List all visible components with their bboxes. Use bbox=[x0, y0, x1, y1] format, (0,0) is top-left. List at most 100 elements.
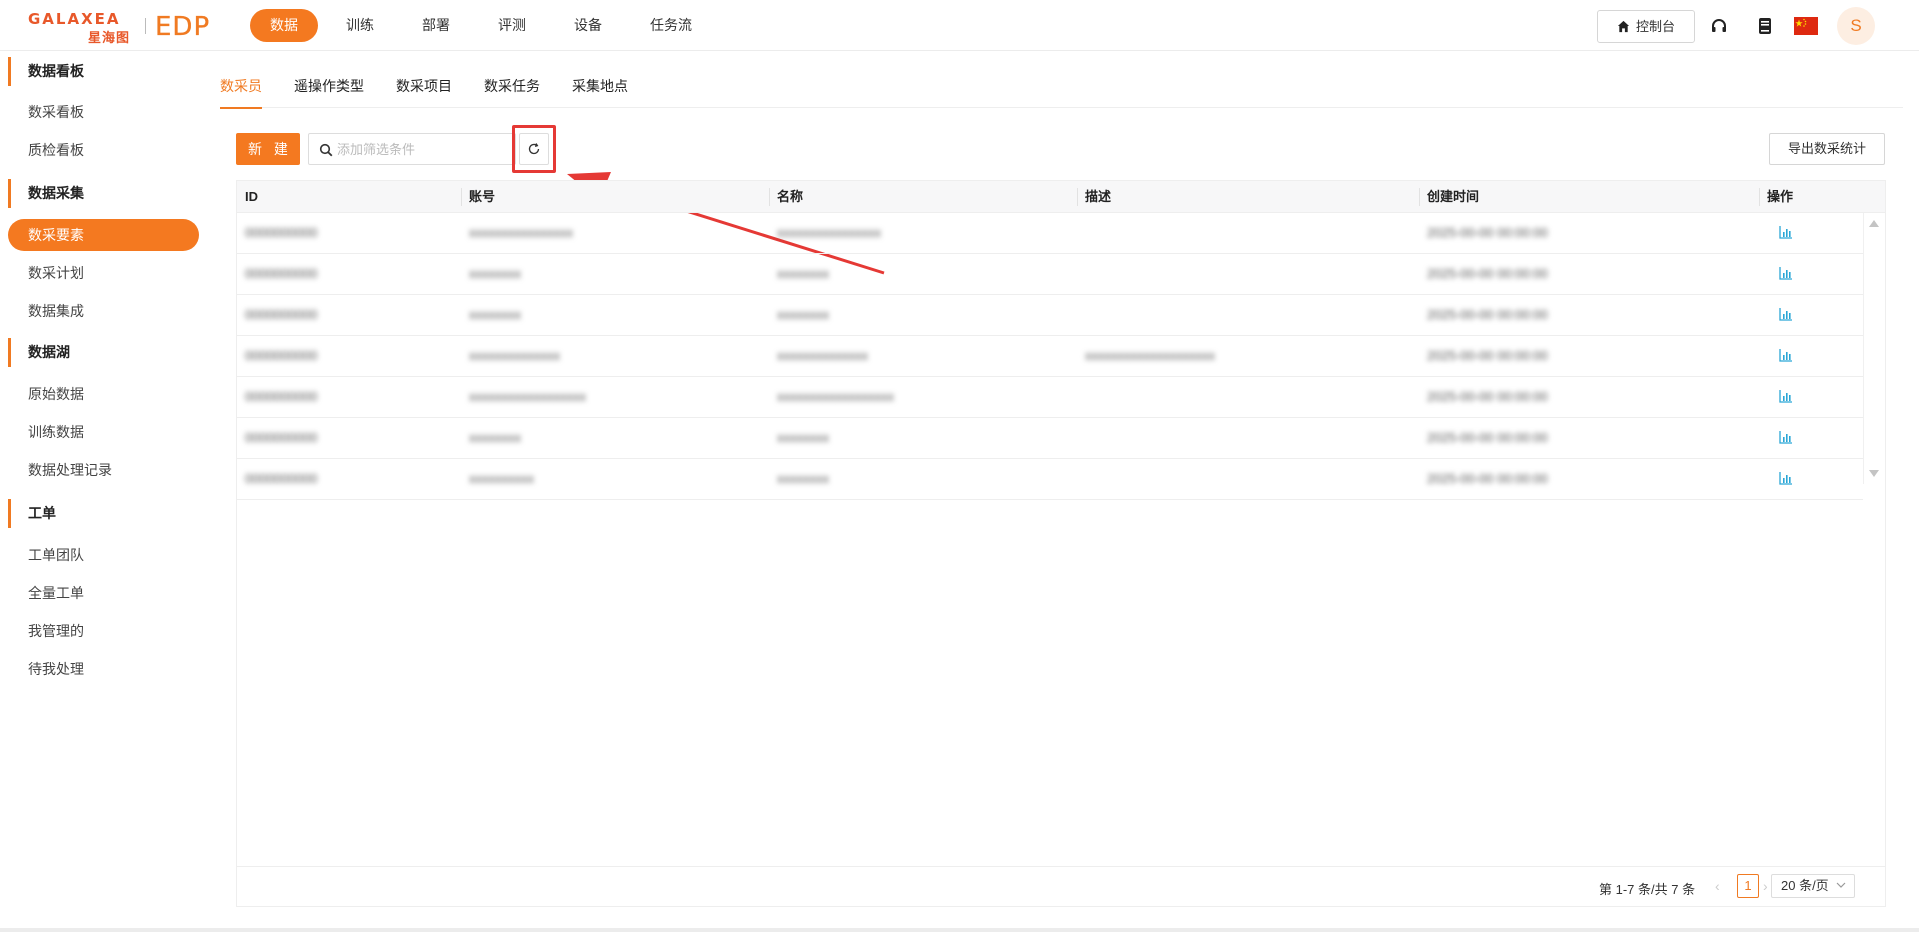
bar-chart-icon[interactable] bbox=[1779, 348, 1793, 362]
sidebar-item-collection-board[interactable]: 数采看板 bbox=[28, 101, 84, 123]
sub-tabs: 数采员 遥操作类型 数采项目 数采任务 采集地点 bbox=[220, 74, 1903, 109]
table-pagination: 第 1-7 条/共 7 条 ‹ 1 › 20 条/页 bbox=[237, 866, 1885, 906]
cell-name: xxxxxxxxxxxxxxxxxx bbox=[777, 389, 894, 404]
cell-account: xxxxxxxxxxxxxxxxxx bbox=[469, 389, 586, 404]
table-row[interactable]: 0000000000 xxxxxxxx xxxxxxxx 2025-00-00 … bbox=[237, 254, 1863, 295]
nav-item-devices[interactable]: 设备 bbox=[554, 9, 622, 42]
china-flag-icon[interactable] bbox=[1794, 17, 1818, 35]
cell-created-time: 2025-00-00 00:00:00 bbox=[1427, 471, 1548, 486]
sidebar-group-data-board: 数据看板 bbox=[8, 57, 204, 86]
logo-brand-text: GALAXEA bbox=[28, 10, 121, 28]
nav-item-deploy[interactable]: 部署 bbox=[402, 9, 470, 42]
cell-created-time: 2025-00-00 00:00:00 bbox=[1427, 225, 1548, 240]
column-divider bbox=[1419, 188, 1420, 206]
user-avatar[interactable]: S bbox=[1837, 7, 1875, 45]
cell-id: 0000000000 bbox=[245, 348, 318, 363]
table-header: ID 账号 名称 描述 创建时间 操作 bbox=[237, 181, 1885, 213]
cell-account: xxxxxxxxxx bbox=[469, 471, 534, 486]
sidebar-group-data-collection: 数据采集 bbox=[8, 179, 204, 208]
column-header-account[interactable]: 账号 bbox=[469, 181, 495, 213]
page-size-value: 20 条/页 bbox=[1781, 878, 1829, 893]
sidebar-item-processing-records[interactable]: 数据处理记录 bbox=[28, 459, 112, 481]
top-bar: GALAXEA 星海图 EDP 数据 训练 部署 评测 设备 任务流 控制台 S bbox=[0, 0, 1919, 51]
filter-input[interactable] bbox=[337, 135, 512, 163]
refresh-button[interactable] bbox=[519, 133, 549, 165]
nav-item-data[interactable]: 数据 bbox=[250, 9, 318, 42]
search-icon bbox=[319, 143, 333, 157]
logo-product: EDP bbox=[155, 12, 211, 42]
new-button[interactable]: 新 建 bbox=[236, 133, 300, 165]
sidebar-group-data-lake: 数据湖 bbox=[8, 338, 204, 367]
cell-name: xxxxxxxx bbox=[777, 471, 829, 486]
bar-chart-icon[interactable] bbox=[1779, 225, 1793, 239]
tab-collection-tasks[interactable]: 数采任务 bbox=[484, 74, 540, 108]
tab-collectors[interactable]: 数采员 bbox=[220, 74, 262, 109]
scroll-up-arrow-icon[interactable] bbox=[1869, 220, 1879, 227]
sidebar-item-collection-plan[interactable]: 数采计划 bbox=[28, 262, 84, 284]
main-content: 数采员 遥操作类型 数采项目 数采任务 采集地点 新 建 导出数采统计 ID 账… bbox=[204, 51, 1919, 932]
column-divider bbox=[1077, 188, 1078, 206]
column-header-created-time[interactable]: 创建时间 bbox=[1427, 181, 1479, 213]
prev-page-icon[interactable]: ‹ bbox=[1715, 879, 1725, 893]
scroll-down-arrow-icon[interactable] bbox=[1869, 470, 1879, 477]
tab-collection-projects[interactable]: 数采项目 bbox=[396, 74, 452, 108]
sidebar-item-data-integration[interactable]: 数据集成 bbox=[28, 300, 84, 322]
refresh-icon bbox=[528, 143, 540, 155]
bar-chart-icon[interactable] bbox=[1779, 307, 1793, 321]
cell-name: xxxxxxxxxxxxxx bbox=[777, 348, 868, 363]
table-row[interactable]: 0000000000 xxxxxxxxxxxxxx xxxxxxxxxxxxxx… bbox=[237, 336, 1863, 377]
bar-chart-icon[interactable] bbox=[1779, 266, 1793, 280]
column-header-description[interactable]: 描述 bbox=[1085, 181, 1111, 213]
column-divider bbox=[1759, 188, 1760, 206]
console-button[interactable]: 控制台 bbox=[1597, 10, 1695, 43]
nav-item-evaluation[interactable]: 评测 bbox=[478, 9, 546, 42]
table-row[interactable]: 0000000000 xxxxxxxxxxxxxxxx xxxxxxxxxxxx… bbox=[237, 213, 1863, 254]
cell-account: xxxxxxxx bbox=[469, 430, 521, 445]
sidebar-item-qc-board[interactable]: 质检看板 bbox=[28, 139, 84, 161]
table-row[interactable]: 0000000000 xxxxxxxxxx xxxxxxxx 2025-00-0… bbox=[237, 459, 1863, 500]
sidebar-item-pending-for-me[interactable]: 待我处理 bbox=[28, 658, 84, 680]
table-row[interactable]: 0000000000 xxxxxxxxxxxxxxxxxx xxxxxxxxxx… bbox=[237, 377, 1863, 418]
galaxea-edp-logo[interactable]: GALAXEA 星海图 EDP bbox=[28, 9, 224, 45]
sidebar-item-raw-data[interactable]: 原始数据 bbox=[28, 383, 84, 405]
window-bottom-edge bbox=[0, 928, 1919, 932]
sidebar-item-training-data[interactable]: 训练数据 bbox=[28, 421, 84, 443]
sidebar-group-work-orders: 工单 bbox=[8, 499, 204, 528]
tab-teleop-types[interactable]: 遥操作类型 bbox=[294, 74, 364, 108]
collectors-table: ID 账号 名称 描述 创建时间 操作 0000000000 xxxxxxxxx… bbox=[236, 180, 1886, 907]
headset-icon[interactable] bbox=[1709, 16, 1729, 36]
table-row[interactable]: 0000000000 xxxxxxxx xxxxxxxx 2025-00-00 … bbox=[237, 295, 1863, 336]
page-size-select[interactable]: 20 条/页 bbox=[1771, 874, 1855, 898]
column-header-id[interactable]: ID bbox=[245, 181, 258, 213]
sidebar-item-work-order-team[interactable]: 工单团队 bbox=[28, 544, 84, 566]
cell-id: 0000000000 bbox=[245, 266, 318, 281]
nav-item-workflow[interactable]: 任务流 bbox=[630, 9, 712, 42]
sidebar-item-managed-by-me[interactable]: 我管理的 bbox=[28, 620, 84, 642]
cell-id: 0000000000 bbox=[245, 430, 318, 445]
bar-chart-icon[interactable] bbox=[1779, 389, 1793, 403]
book-icon[interactable] bbox=[1755, 16, 1775, 36]
export-stats-button[interactable]: 导出数采统计 bbox=[1769, 133, 1885, 165]
bar-chart-icon[interactable] bbox=[1779, 430, 1793, 444]
current-page-button[interactable]: 1 bbox=[1737, 874, 1759, 898]
chevron-down-icon bbox=[1836, 882, 1846, 888]
filter-search bbox=[308, 133, 516, 165]
bar-chart-icon[interactable] bbox=[1779, 471, 1793, 485]
cell-id: 0000000000 bbox=[245, 389, 318, 404]
cell-name: xxxxxxxxxxxxxxxx bbox=[777, 225, 881, 240]
table-row[interactable]: 0000000000 xxxxxxxx xxxxxxxx 2025-00-00 … bbox=[237, 418, 1863, 459]
column-divider bbox=[769, 188, 770, 206]
cell-id: 0000000000 bbox=[245, 307, 318, 322]
logo-brand-cn: 星海图 bbox=[88, 30, 131, 45]
sidebar-item-all-work-orders[interactable]: 全量工单 bbox=[28, 582, 84, 604]
cell-name: xxxxxxxx bbox=[777, 307, 829, 322]
cell-account: xxxxxxxxxxxxxx bbox=[469, 348, 560, 363]
nav-item-training[interactable]: 训练 bbox=[326, 9, 394, 42]
column-header-name[interactable]: 名称 bbox=[777, 181, 803, 213]
sidebar-item-collection-elements[interactable]: 数采要素 bbox=[8, 219, 199, 251]
cell-created-time: 2025-00-00 00:00:00 bbox=[1427, 266, 1548, 281]
cell-id: 0000000000 bbox=[245, 225, 318, 240]
tab-collection-locations[interactable]: 采集地点 bbox=[572, 74, 628, 108]
table-scrollbar[interactable] bbox=[1863, 213, 1885, 484]
cell-name: xxxxxxxx bbox=[777, 430, 829, 445]
